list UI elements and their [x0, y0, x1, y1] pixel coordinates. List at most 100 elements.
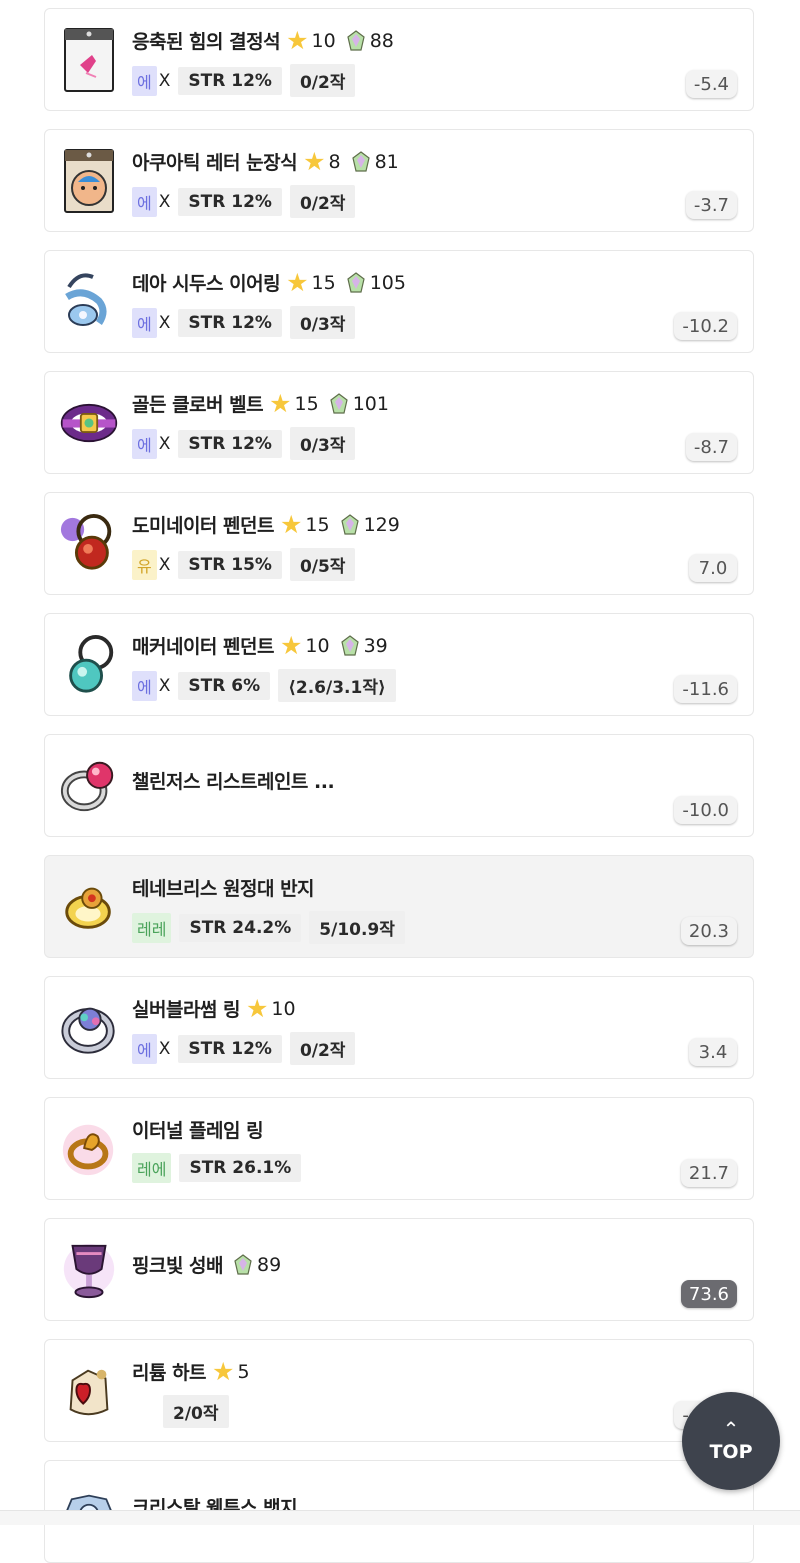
star-count: 15 — [294, 392, 319, 415]
item-card[interactable]: 챌린저스 리스트레인트 ... -10.0 — [44, 734, 754, 837]
item-name: 이터널 플레임 링 — [132, 1120, 264, 1142]
starforce: ★ 10 — [246, 996, 296, 1021]
item-card[interactable]: 골든 클로버 벨트 ★ 15 101 에 X STR 12% 0/3작 -8.7 — [44, 371, 754, 474]
item-title-row: 챌린저스 리스트레인트 ... — [132, 767, 335, 794]
scroll-tag: 0/2작 — [289, 185, 356, 218]
gem-icon — [340, 634, 360, 657]
item-card[interactable]: 매커네이터 펜던트 ★ 10 39 에 X STR 6% ⟨2.6/3.1작⟩ -11.6 — [44, 613, 754, 716]
gem-icon — [329, 392, 349, 415]
item-card[interactable]: 이터널 플레임 링레에 STR 26.1% 21.7 — [44, 1097, 754, 1200]
item-card[interactable]: 아쿠아틱 레터 눈장식 ★ 8 81 에 X STR 12% 0/2작 -3.7 — [44, 129, 754, 232]
item-level: 129 — [340, 514, 400, 536]
item-info-row: 레에 STR 26.1% — [132, 1153, 302, 1183]
heart-icon — [59, 1356, 119, 1426]
item-card[interactable]: 핑크빛 성배 89 73.6 — [44, 1218, 754, 1321]
stat-tag: STR 26.1% — [179, 1154, 302, 1182]
item-card[interactable]: 응축된 힘의 결정석 ★ 10 88 에 X STR 12% 0/2작 -5.4 — [44, 8, 754, 111]
grade-badge: 레레 — [132, 912, 172, 943]
item-name: 골든 클로버 벨트 — [132, 394, 264, 416]
item-name: 도미네이터 펜던트 — [132, 515, 274, 537]
item-level: 101 — [329, 393, 389, 415]
score-badge: 20.3 — [680, 917, 737, 945]
item-card[interactable]: 데아 시두스 이어링 ★ 15 105 에 X STR 12% 0/3작 -10.2 — [44, 250, 754, 353]
potential-grade: 에X — [132, 1033, 171, 1064]
x-mark: X — [158, 191, 171, 212]
score-badge: 73.6 — [680, 1280, 737, 1308]
item-title-row: 골든 클로버 벨트 ★ 15 101 — [132, 390, 389, 417]
item-info-row: 에 X STR 12% 0/2작 — [132, 1032, 356, 1065]
score-badge: 7.0 — [689, 554, 737, 582]
x-mark: X — [158, 1038, 171, 1059]
grade-badge: 에 — [132, 670, 157, 701]
top-button[interactable]: ⌃ TOP — [682, 1392, 780, 1490]
x-mark: X — [158, 70, 171, 91]
item-name: 매커네이터 펜던트 — [132, 636, 274, 658]
item-title-row: 테네브리스 원정대 반지 — [132, 874, 315, 901]
item-name: 챌린저스 리스트레인트 ... — [132, 771, 335, 793]
scroll-tag: 0/2작 — [289, 64, 356, 97]
item-title-row: 리튬 하트 ★ 5 — [132, 1358, 250, 1385]
item-info-row: 레레 STR 24.2% 5/10.9작 — [132, 911, 405, 944]
star-count: 5 — [237, 1360, 250, 1383]
item-name: 응축된 힘의 결정석 — [132, 31, 281, 53]
item-level: 89 — [233, 1254, 281, 1276]
item-info-row: 유 X STR 15% 0/5작 — [132, 548, 356, 581]
level-value: 105 — [369, 271, 406, 294]
item-card[interactable]: 테네브리스 원정대 반지레레 STR 24.2% 5/10.9작 20.3 — [44, 855, 754, 958]
chalice-icon — [59, 1235, 119, 1305]
stat-tag: STR 24.2% — [179, 913, 302, 942]
item-level: 105 — [346, 272, 406, 294]
item-level: 39 — [340, 635, 388, 657]
chevron-up-icon: ⌃ — [722, 1417, 740, 1441]
silver-ring-icon — [59, 993, 119, 1063]
gem-icon — [233, 1253, 253, 1276]
item-title-row: 핑크빛 성배 89 — [132, 1251, 281, 1278]
item-info-row: 2/0작 — [163, 1395, 229, 1428]
star-count: 15 — [305, 513, 330, 536]
item-name: 핑크빛 성배 — [132, 1255, 224, 1277]
score-badge: -11.6 — [674, 675, 737, 703]
grade-badge: 레에 — [132, 1153, 172, 1183]
level-value: 89 — [257, 1253, 282, 1276]
item-info-row: 에 X STR 12% 0/3작 — [132, 306, 356, 339]
potential-grade: 에X — [132, 65, 171, 96]
star-icon: ★ — [269, 389, 292, 418]
item-card[interactable]: 리튬 하트★52/0작-48.4 — [44, 1339, 754, 1442]
star-icon: ★ — [286, 268, 309, 297]
x-mark: X — [158, 554, 171, 575]
pendant-red-icon — [59, 509, 119, 579]
earring-icon — [59, 267, 119, 337]
item-name: 아쿠아틱 레터 눈장식 — [132, 152, 298, 174]
level-value: 101 — [352, 392, 389, 415]
stat-tag: STR 12% — [178, 429, 282, 458]
x-mark: X — [158, 433, 171, 454]
score-badge: -10.2 — [674, 312, 737, 340]
level-value: 88 — [369, 29, 394, 52]
gem-icon — [351, 150, 371, 173]
starforce: ★ 10 — [280, 633, 330, 658]
potential-grade: 유X — [132, 549, 171, 580]
ring-icon — [59, 751, 119, 821]
item-title-row: 응축된 힘의 결정석 ★ 10 88 — [132, 27, 394, 54]
x-mark: X — [158, 675, 171, 696]
star-count: 10 — [311, 29, 336, 52]
star-icon: ★ — [212, 1357, 235, 1386]
starforce: ★ 5 — [212, 1359, 250, 1384]
item-info-row: 에 X STR 6% ⟨2.6/3.1작⟩ — [132, 669, 396, 702]
item-card[interactable]: 도미네이터 펜던트 ★ 15 129 유 X STR 15% 0/5작 7.0 — [44, 492, 754, 595]
potential-grade: 레레 — [132, 912, 172, 943]
gem-icon — [346, 271, 366, 294]
grade-badge: 에 — [132, 1033, 157, 1064]
score-badge: -5.4 — [685, 70, 737, 98]
item-info-row: 에 X STR 12% 0/2작 — [132, 64, 356, 97]
score-badge: 21.7 — [680, 1159, 737, 1187]
potential-grade: 에X — [132, 307, 170, 338]
level-value: 81 — [374, 150, 399, 173]
item-card[interactable]: 실버블라썸 링 ★ 10 에 X STR 12% 0/2작 3.4 — [44, 976, 754, 1079]
score-badge: 3.4 — [689, 1038, 737, 1066]
crystal-icon — [59, 25, 119, 95]
item-name: 실버블라썸 링 — [132, 999, 241, 1021]
stat-tag: STR 6% — [178, 671, 271, 700]
item-title-row: 데아 시두스 이어링 ★ 15 105 — [132, 269, 406, 296]
scroll-tag: 0/2작 — [289, 1032, 356, 1065]
